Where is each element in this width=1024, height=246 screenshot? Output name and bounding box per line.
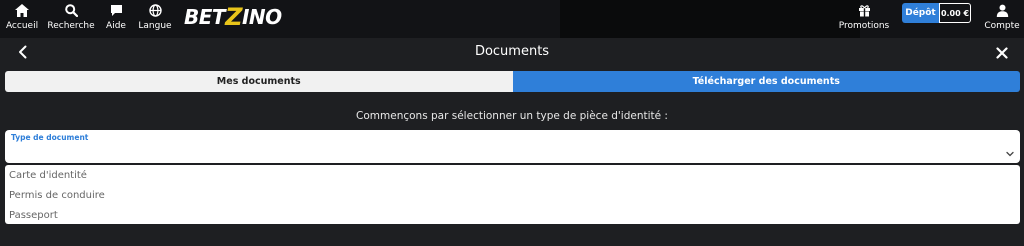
nav-help-label: Aide xyxy=(106,21,126,31)
document-type-select[interactable]: Type de document xyxy=(5,130,1020,163)
nav-search-label: Recherche xyxy=(47,21,95,31)
logo-text-z: Z xyxy=(225,3,242,31)
top-bar: Accueil Recherche Aide Langue BET Z INO Pr… xyxy=(0,0,1024,38)
nav-language[interactable]: Langue xyxy=(138,2,172,36)
tab-my-documents[interactable]: Mes documents xyxy=(5,71,513,92)
chevron-down-icon xyxy=(1005,143,1015,157)
page-title: Documents xyxy=(474,44,550,59)
close-icon xyxy=(996,44,1008,63)
nav-search[interactable]: Recherche xyxy=(47,2,95,36)
top-bar-shade xyxy=(560,0,860,38)
document-type-label: Type de document xyxy=(11,133,89,142)
nav-account-label: Compte xyxy=(984,21,1020,31)
nav-promotions-label: Promotions xyxy=(838,21,890,31)
deposit-button[interactable]: Dépôt xyxy=(902,3,939,23)
nav-home-label: Accueil xyxy=(5,21,39,31)
document-tabs: Mes documents Télécharger des documents xyxy=(5,71,1020,92)
nav-promotions[interactable]: Promotions xyxy=(838,2,890,36)
logo-text-suffix: INO xyxy=(241,5,282,29)
logo-text-prefix: BET xyxy=(184,5,226,29)
search-icon xyxy=(64,2,78,18)
nav-language-label: Langue xyxy=(138,21,172,31)
gift-icon xyxy=(858,2,871,18)
nav-home[interactable]: Accueil xyxy=(5,2,39,36)
back-button[interactable] xyxy=(14,44,30,62)
option-identity-card[interactable]: Carte d'identité xyxy=(5,165,1020,185)
close-button[interactable] xyxy=(994,45,1010,61)
globe-icon xyxy=(148,2,162,18)
document-type-options: Carte d'identité Permis de conduire Pass… xyxy=(5,165,1020,224)
option-passport[interactable]: Passeport xyxy=(5,205,1020,225)
nav-account[interactable]: Compte xyxy=(984,2,1020,36)
betzino-logo[interactable]: BET Z INO xyxy=(184,3,282,31)
instruction-text: Commençons par sélectionner un type de p… xyxy=(356,110,668,122)
balance-display: 0.00 € xyxy=(939,3,971,23)
option-driving-licence[interactable]: Permis de conduire xyxy=(5,185,1020,205)
tab-upload-documents[interactable]: Télécharger des documents xyxy=(512,71,1020,92)
chat-icon xyxy=(110,2,123,18)
user-icon xyxy=(996,2,1009,18)
chevron-left-icon xyxy=(18,44,27,63)
nav-help[interactable]: Aide xyxy=(105,2,127,36)
home-icon xyxy=(15,2,29,18)
